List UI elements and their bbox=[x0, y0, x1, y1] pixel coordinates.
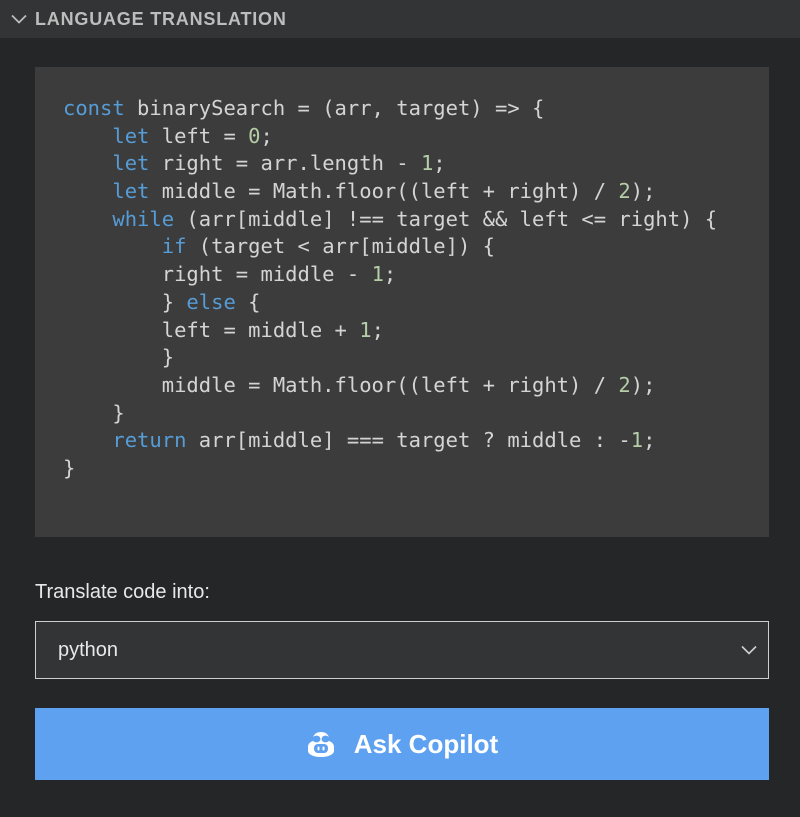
ask-copilot-button[interactable]: Ask Copilot bbox=[35, 708, 769, 780]
chevron-down-icon bbox=[740, 641, 758, 659]
code-line: middle = Math.floor((left + right) / 2); bbox=[63, 372, 656, 397]
copilot-icon bbox=[306, 729, 336, 759]
code-line: } bbox=[63, 345, 175, 370]
code-line: const binarySearch = (arr, target) => { bbox=[63, 96, 545, 120]
code-line: while (arr[middle] !== target && left <=… bbox=[112, 206, 718, 231]
code-line: } else { bbox=[63, 289, 261, 314]
code-line: } bbox=[63, 400, 125, 425]
code-line: } bbox=[63, 455, 76, 480]
code-editor[interactable]: const binarySearch = (arr, target) => { … bbox=[35, 67, 769, 537]
chevron-down-icon[interactable] bbox=[8, 8, 30, 30]
code-line: right = middle - 1; bbox=[63, 262, 397, 287]
code-line: if (target < arr[middle]) { bbox=[161, 234, 495, 259]
translate-label: Translate code into: bbox=[35, 581, 210, 603]
language-select-value: python bbox=[58, 638, 119, 661]
language-select[interactable]: python bbox=[35, 621, 769, 679]
section-title: LANGUAGE TRANSLATION bbox=[35, 8, 287, 29]
code-line: let middle = Math.floor((left + right) /… bbox=[112, 179, 656, 204]
code-line: return arr[middle] === target ? middle :… bbox=[112, 428, 656, 453]
code-line: let left = 0; bbox=[112, 123, 273, 148]
code-line: let right = arr.length - 1; bbox=[112, 151, 446, 176]
code-content: const binarySearch = (arr, target) => { … bbox=[63, 95, 769, 483]
code-line: left = middle + 1; bbox=[63, 317, 384, 342]
section-header[interactable]: LANGUAGE TRANSLATION bbox=[0, 0, 800, 38]
ask-copilot-label: Ask Copilot bbox=[353, 728, 499, 759]
